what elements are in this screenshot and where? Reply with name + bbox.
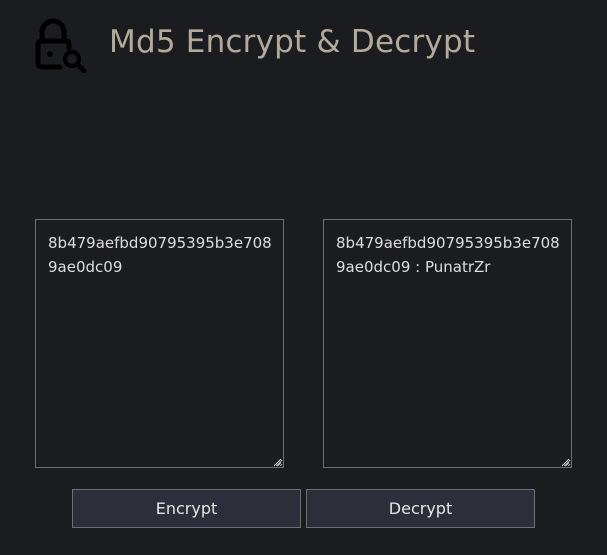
decrypt-button[interactable]: Decrypt bbox=[306, 489, 535, 528]
lock-search-icon bbox=[35, 18, 87, 73]
md5-app: Md5 Encrypt & Decrypt 8b479aefbd90795395… bbox=[0, 0, 607, 555]
input-textarea[interactable]: 8b479aefbd90795395b3e7089ae0dc09 bbox=[35, 219, 284, 468]
page-title: Md5 Encrypt & Decrypt bbox=[109, 24, 476, 60]
output-textarea[interactable]: 8b479aefbd90795395b3e7089ae0dc09 : Punat… bbox=[323, 219, 572, 468]
header: Md5 Encrypt & Decrypt bbox=[32, 14, 475, 74]
encrypt-button[interactable]: Encrypt bbox=[72, 489, 301, 528]
